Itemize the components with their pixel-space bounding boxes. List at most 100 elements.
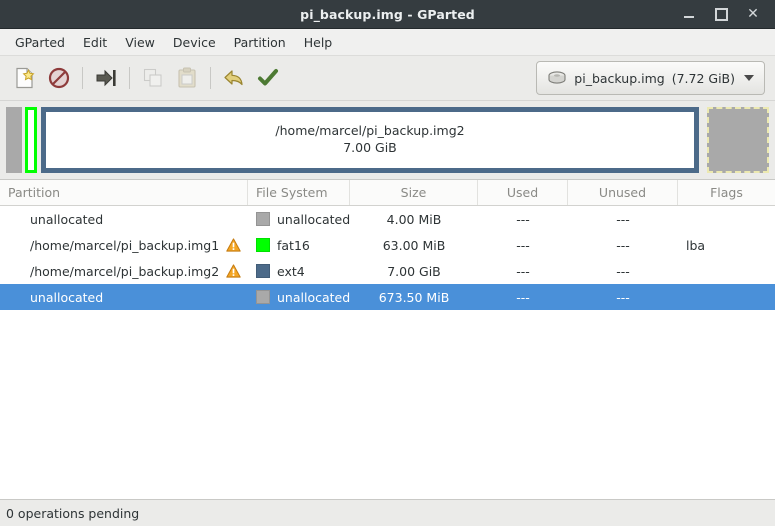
cell-file-system: unallocated bbox=[248, 206, 350, 232]
partition-name-label: unallocated bbox=[30, 289, 104, 305]
maximize-button[interactable] bbox=[705, 1, 737, 27]
filesystem-color-swatch bbox=[256, 212, 270, 226]
minimize-icon bbox=[684, 16, 694, 18]
cell-partition: /home/marcel/pi_backup.img1 bbox=[0, 232, 248, 258]
hard-disk-icon bbox=[548, 71, 566, 84]
menu-view[interactable]: View bbox=[116, 32, 164, 53]
undo-arrow-icon bbox=[224, 70, 243, 86]
table-row[interactable]: unallocated unallocated 673.50 MiB --- -… bbox=[0, 284, 775, 310]
device-selector[interactable]: pi_backup.img (7.72 GiB) bbox=[536, 61, 765, 95]
copy-icon bbox=[143, 68, 162, 87]
cell-size: 4.00 MiB bbox=[386, 211, 442, 227]
status-text: 0 operations pending bbox=[6, 505, 140, 521]
menu-partition[interactable]: Partition bbox=[225, 32, 295, 53]
graphic-block-ext4-label: /home/marcel/pi_backup.img2 bbox=[275, 123, 465, 139]
graphic-block-ext4-size: 7.00 GiB bbox=[343, 140, 397, 155]
partition-name-label: /home/marcel/pi_backup.img1 bbox=[30, 237, 220, 253]
window-title: pi_backup.img - GParted bbox=[300, 6, 475, 22]
cell-unused: --- bbox=[616, 237, 630, 253]
window-controls: ✕ bbox=[673, 1, 775, 27]
cell-partition: /home/marcel/pi_backup.img2 bbox=[0, 258, 248, 284]
maximize-icon bbox=[714, 7, 728, 21]
toolbar-separator-3 bbox=[210, 67, 211, 89]
partition-name-label: /home/marcel/pi_backup.img2 bbox=[30, 263, 220, 279]
device-size-label: (7.72 GiB) bbox=[671, 70, 735, 86]
filesystem-color-swatch bbox=[256, 264, 270, 278]
graphic-block-unallocated-lead[interactable] bbox=[6, 107, 22, 173]
undo-button[interactable] bbox=[217, 61, 251, 95]
cell-file-system: unallocated bbox=[248, 284, 350, 310]
minimize-button[interactable] bbox=[673, 1, 705, 27]
device-name-label: pi_backup.img bbox=[574, 70, 665, 86]
menu-gparted[interactable]: GParted bbox=[6, 32, 74, 53]
cell-size: 63.00 MiB bbox=[382, 237, 446, 253]
cell-file-system: fat16 bbox=[248, 232, 350, 258]
partition-name-label: unallocated bbox=[30, 211, 104, 227]
cell-unused: --- bbox=[616, 289, 630, 305]
table-header-row: Partition File System Size Used Unused F… bbox=[0, 180, 775, 206]
column-header-partition[interactable]: Partition bbox=[0, 180, 248, 205]
paste-button[interactable] bbox=[170, 61, 204, 95]
cell-used: --- bbox=[516, 211, 530, 227]
filesystem-label: ext4 bbox=[277, 263, 305, 279]
apply-button[interactable] bbox=[251, 61, 285, 95]
cell-size: 7.00 GiB bbox=[387, 263, 441, 279]
column-header-size[interactable]: Size bbox=[350, 180, 478, 205]
close-button[interactable]: ✕ bbox=[737, 1, 769, 27]
partition-table: Partition File System Size Used Unused F… bbox=[0, 179, 775, 499]
chevron-down-icon bbox=[744, 75, 754, 81]
cell-size: 673.50 MiB bbox=[378, 289, 450, 305]
status-bar: 0 operations pending bbox=[0, 499, 775, 526]
new-document-icon bbox=[16, 67, 35, 89]
cell-flags bbox=[678, 284, 775, 310]
column-header-used[interactable]: Used bbox=[478, 180, 568, 205]
table-row[interactable]: /home/marcel/pi_backup.img1 fat16 63.00 … bbox=[0, 232, 775, 258]
title-bar[interactable]: pi_backup.img - GParted ✕ bbox=[0, 0, 775, 29]
table-body: unallocated unallocated 4.00 MiB --- ---… bbox=[0, 206, 775, 499]
cell-flags: lba bbox=[686, 237, 706, 253]
graphic-block-fat16[interactable] bbox=[25, 107, 37, 173]
apply-check-icon bbox=[258, 69, 278, 86]
toolbar: pi_backup.img (7.72 GiB) bbox=[0, 56, 775, 101]
toolbar-separator-1 bbox=[82, 67, 83, 89]
menu-edit[interactable]: Edit bbox=[74, 32, 116, 53]
cell-flags bbox=[678, 258, 775, 284]
cell-unused: --- bbox=[616, 263, 630, 279]
cell-used: --- bbox=[516, 263, 530, 279]
cell-unused: --- bbox=[616, 211, 630, 227]
resize-move-button[interactable] bbox=[89, 61, 123, 95]
column-header-flags[interactable]: Flags bbox=[678, 180, 775, 205]
table-row[interactable]: unallocated unallocated 4.00 MiB --- --- bbox=[0, 206, 775, 232]
graphic-block-unallocated-tail[interactable] bbox=[707, 107, 769, 173]
close-icon: ✕ bbox=[747, 6, 759, 22]
paste-clipboard-icon bbox=[178, 67, 196, 88]
copy-button[interactable] bbox=[136, 61, 170, 95]
cell-used: --- bbox=[516, 289, 530, 305]
cell-flags bbox=[678, 206, 775, 232]
menu-device[interactable]: Device bbox=[164, 32, 225, 53]
filesystem-label: unallocated bbox=[277, 289, 350, 305]
warning-triangle-icon bbox=[226, 264, 241, 278]
delete-forbidden-icon bbox=[48, 67, 70, 89]
filesystem-label: fat16 bbox=[277, 237, 310, 253]
column-header-file-system[interactable]: File System bbox=[248, 180, 350, 205]
graphic-block-ext4[interactable]: /home/marcel/pi_backup.img2 7.00 GiB bbox=[41, 107, 699, 173]
column-header-unused[interactable]: Unused bbox=[568, 180, 678, 205]
table-row[interactable]: /home/marcel/pi_backup.img2 ext4 7.00 Gi… bbox=[0, 258, 775, 284]
cell-partition: unallocated bbox=[0, 284, 248, 310]
menu-help[interactable]: Help bbox=[295, 32, 342, 53]
disk-graphic-view: /home/marcel/pi_backup.img2 7.00 GiB bbox=[0, 101, 775, 179]
menu-bar: GParted Edit View Device Partition Help bbox=[0, 29, 775, 56]
delete-partition-button[interactable] bbox=[42, 61, 76, 95]
warning-triangle-icon bbox=[226, 238, 241, 252]
new-partition-button[interactable] bbox=[8, 61, 42, 95]
filesystem-label: unallocated bbox=[277, 211, 350, 227]
filesystem-color-swatch bbox=[256, 238, 270, 252]
cell-used: --- bbox=[516, 237, 530, 253]
cell-file-system: ext4 bbox=[248, 258, 350, 284]
toolbar-separator-2 bbox=[129, 67, 130, 89]
cell-partition: unallocated bbox=[0, 206, 248, 232]
resize-move-arrow-icon bbox=[96, 69, 116, 87]
filesystem-color-swatch bbox=[256, 290, 270, 304]
gparted-window: pi_backup.img - GParted ✕ GParted Edit V… bbox=[0, 0, 775, 526]
